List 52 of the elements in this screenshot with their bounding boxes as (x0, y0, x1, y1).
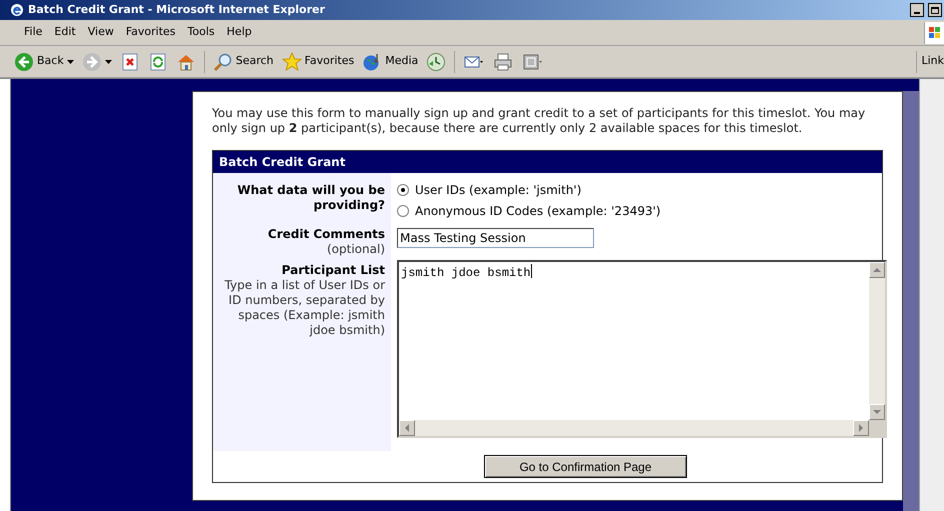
dropdown-caret-icon (104, 60, 112, 64)
text-cursor (530, 264, 532, 278)
browser-logo-icon (10, 3, 24, 17)
scroll-right-button[interactable] (853, 420, 869, 436)
menu-item[interactable]: Favorites (120, 24, 182, 41)
menu-item[interactable]: File (18, 24, 48, 41)
menu-item[interactable]: Help (220, 24, 258, 41)
participant-list-value: jsmith jdoe bsmith (401, 265, 531, 282)
menu-item[interactable]: Edit (48, 24, 82, 41)
data-question-label: What data will you be providing? (236, 183, 385, 213)
scroll-up-button[interactable] (869, 262, 885, 278)
scrollbar-corner (869, 420, 885, 436)
radio-button[interactable] (397, 184, 409, 196)
menu-item[interactable]: View (82, 24, 120, 41)
links-label[interactable]: Link (916, 50, 944, 72)
dropdown-caret-icon (66, 60, 74, 64)
scroll-left-button[interactable] (399, 420, 415, 436)
participant-list-hint: Type in a list of User IDs or ID numbers, separated by spaces (Example: jsmith jdoe bsmith) (224, 278, 385, 338)
window-icon (521, 52, 544, 72)
toolbar-button[interactable]: Favorites (280, 48, 356, 74)
printer-icon (493, 52, 514, 72)
participant-list-field[interactable]: jsmith jdoe bsmith (397, 260, 887, 438)
down-arrow-icon (873, 409, 881, 415)
intro-text: You may use this form to manually sign up and grant credit to a set of participants for this timeslot. You may only sign up 2 participant(s), because there are currently only 2 available spaces for this timeslot. (212, 106, 866, 136)
form-title: Batch Credit Grant (213, 151, 882, 173)
stop-icon (120, 52, 140, 72)
menu-item[interactable]: Tools (182, 24, 221, 41)
minimize-button[interactable] (910, 3, 924, 17)
refresh-icon (148, 52, 168, 72)
comments-hint: (optional) (327, 242, 385, 257)
scroll-down-button[interactable] (869, 404, 885, 420)
radio-button[interactable] (397, 205, 409, 217)
radio-label: Anonymous ID Codes (example: '23493') (415, 203, 661, 220)
toolbar-button[interactable]: Search (210, 48, 276, 74)
clock-icon (426, 52, 446, 72)
toolbar-button[interactable]: Back (12, 48, 76, 74)
toolbar-button[interactable]: Media (360, 48, 420, 74)
horizontal-scrollbar[interactable] (399, 420, 869, 436)
page-scrollbar[interactable] (919, 79, 944, 511)
right-arrow-icon (858, 424, 864, 432)
window-title: Batch Credit Grant - Microsoft Internet Explorer (28, 2, 325, 18)
left-arrow-icon (404, 424, 410, 432)
up-arrow-icon (873, 267, 881, 273)
comments-label: Credit Comments (268, 227, 385, 242)
confirmation-button[interactable]: Go to Confirmation Page (484, 455, 687, 478)
participant-list-label: Participant List (282, 263, 385, 278)
search-icon (212, 52, 233, 72)
comments-field[interactable]: Mass Testing Session (397, 228, 594, 248)
radio-label: User IDs (example: 'jsmith') (415, 182, 582, 199)
vertical-scrollbar[interactable] (869, 262, 885, 420)
maximize-button[interactable] (928, 3, 942, 17)
star-icon (282, 52, 302, 72)
